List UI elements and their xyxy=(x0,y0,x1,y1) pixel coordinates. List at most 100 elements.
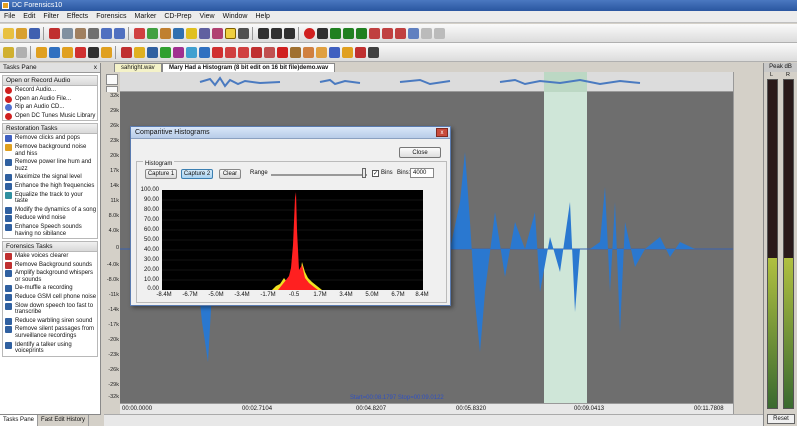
task-remove-hum[interactable]: Remove power line hum and buzz xyxy=(3,158,97,173)
paste-icon[interactable] xyxy=(74,28,86,39)
capture-2-button[interactable]: Capture 2 xyxy=(181,169,213,179)
fix-icon[interactable] xyxy=(354,47,366,58)
task-remove-noise[interactable]: Remove background noise and hiss xyxy=(3,143,97,158)
waveform-overview[interactable] xyxy=(120,72,733,92)
plugin-icon[interactable] xyxy=(276,47,288,58)
range-slider-thumb[interactable] xyxy=(362,168,366,178)
horizontal-scrollbar[interactable] xyxy=(104,414,763,426)
gain-icon[interactable] xyxy=(185,28,197,39)
task-enhance-high[interactable]: Enhance the high frequencies xyxy=(3,182,97,191)
grid-icon[interactable] xyxy=(367,47,379,58)
noise-icon[interactable] xyxy=(198,28,210,39)
menu-cd-prep[interactable]: CD-Prep xyxy=(160,11,195,23)
play-selection-icon[interactable] xyxy=(342,28,354,39)
task-rip-cd[interactable]: Rip an Audio CD... xyxy=(3,103,97,112)
capture-1-button[interactable]: Capture 1 xyxy=(145,169,177,179)
settings-gear-icon[interactable] xyxy=(237,28,249,39)
play-icon[interactable] xyxy=(329,28,341,39)
open-folder-icon[interactable] xyxy=(16,28,27,39)
equalizer-icon[interactable] xyxy=(146,28,158,39)
task-open-file[interactable]: Open an Audio File... xyxy=(3,95,97,104)
fade-out-icon[interactable] xyxy=(74,47,86,58)
fade-in-icon[interactable] xyxy=(61,47,73,58)
compressor-icon[interactable] xyxy=(146,47,158,58)
rewind-icon[interactable] xyxy=(257,28,269,39)
marker-icon[interactable] xyxy=(368,28,380,39)
copy-icon[interactable] xyxy=(61,28,73,39)
task-enhance-speech[interactable]: Enhance Speech sounds having no sibilanc… xyxy=(3,223,97,238)
task-equalize[interactable]: Equalize the track to your taste xyxy=(3,191,97,206)
task-siren[interactable]: Reduce warbling siren sound xyxy=(3,317,97,326)
section-header[interactable]: Open or Record Audio xyxy=(3,76,97,86)
clear-button[interactable]: Clear xyxy=(219,169,241,179)
task-dynamics[interactable]: Modify the dynamics of a song xyxy=(3,206,97,215)
reset-button[interactable]: Reset xyxy=(767,414,795,424)
loop-play-icon[interactable] xyxy=(355,28,367,39)
select-icon[interactable] xyxy=(16,47,27,58)
tab-doc-sahright[interactable]: sahright.wav xyxy=(114,63,162,72)
vst1-icon[interactable] xyxy=(224,47,236,58)
view-left-icon[interactable] xyxy=(420,28,432,39)
menu-window[interactable]: Window xyxy=(219,11,252,23)
range-slider[interactable] xyxy=(271,174,367,176)
marker-next-icon[interactable] xyxy=(381,28,393,39)
menu-edit[interactable]: Edit xyxy=(19,11,39,23)
spectrum-icon[interactable] xyxy=(172,28,184,39)
histogram-icon[interactable] xyxy=(224,28,236,39)
stop-icon[interactable] xyxy=(316,28,328,39)
pause-icon[interactable] xyxy=(270,28,282,39)
stretch-icon[interactable] xyxy=(100,47,112,58)
redo-icon[interactable] xyxy=(113,28,125,39)
section-header[interactable]: Forensics Tasks xyxy=(3,242,97,253)
timeline[interactable]: 00:00.0000 00:02.7104 00:04.8207 00:05.8… xyxy=(120,395,733,414)
tab-tasks-pane[interactable]: Tasks Pane xyxy=(0,415,39,426)
filter-icon[interactable] xyxy=(133,28,145,39)
task-open-library[interactable]: Open DC Tunes Music Library xyxy=(3,112,97,121)
speed-icon[interactable] xyxy=(198,47,210,58)
view-right-icon[interactable] xyxy=(433,28,445,39)
hum-icon[interactable] xyxy=(211,47,223,58)
task-voices-clearer[interactable]: Make voices clearer xyxy=(3,252,97,261)
mix-paste-icon[interactable] xyxy=(87,28,99,39)
dialog-close-icon[interactable]: x xyxy=(436,128,448,137)
save-icon[interactable] xyxy=(29,28,40,39)
zoom-in-icon[interactable] xyxy=(106,74,118,85)
task-amplify-whispers[interactable]: Amplify background whispers or sounds xyxy=(3,269,97,284)
pitch-icon[interactable] xyxy=(185,47,197,58)
de-esser-icon[interactable] xyxy=(250,47,262,58)
task-demuffle[interactable]: De-muffle a recording xyxy=(3,284,97,293)
mono-icon[interactable] xyxy=(48,47,60,58)
lock-icon[interactable] xyxy=(407,28,419,39)
task-remove-clicks[interactable]: Remove clicks and pops xyxy=(3,134,97,143)
limiter-icon[interactable] xyxy=(289,47,301,58)
new-file-icon[interactable] xyxy=(3,28,14,39)
task-slow-speech[interactable]: Slow down speech too fast to transcribe xyxy=(3,302,97,317)
bins-input[interactable]: 4000 xyxy=(410,168,434,178)
aux-icon[interactable] xyxy=(341,47,353,58)
normalize-icon[interactable] xyxy=(35,47,47,58)
declick-icon[interactable] xyxy=(211,28,223,39)
talker-icon[interactable] xyxy=(263,47,275,58)
fast-forward-icon[interactable] xyxy=(283,28,295,39)
wand-icon[interactable] xyxy=(3,47,14,58)
reverb-icon[interactable] xyxy=(172,47,184,58)
menu-view[interactable]: View xyxy=(196,11,219,23)
marker-prev-icon[interactable] xyxy=(394,28,406,39)
close-button[interactable]: Close xyxy=(399,147,441,158)
task-record-audio[interactable]: Record Audio... xyxy=(3,86,97,95)
section-header[interactable]: Restoration Tasks xyxy=(3,124,97,135)
expander-icon[interactable] xyxy=(302,47,314,58)
task-wind-noise[interactable]: Reduce wind noise xyxy=(3,214,97,223)
menu-marker[interactable]: Marker xyxy=(131,11,161,23)
tasks-pane-close-icon[interactable]: x xyxy=(94,63,97,73)
eq-icon[interactable] xyxy=(159,47,171,58)
task-maximize[interactable]: Maximize the signal level xyxy=(3,173,97,182)
menu-filter[interactable]: Filter xyxy=(39,11,63,23)
silence-icon[interactable] xyxy=(87,47,99,58)
menu-forensics[interactable]: Forensics xyxy=(92,11,130,23)
menu-effects[interactable]: Effects xyxy=(63,11,92,23)
task-remove-silent[interactable]: Remove silent passages from surveillance… xyxy=(3,325,97,340)
cut-icon[interactable] xyxy=(48,28,60,39)
tab-fast-edit-history[interactable]: Fast Edit History xyxy=(38,415,90,426)
adv-icon[interactable] xyxy=(328,47,340,58)
